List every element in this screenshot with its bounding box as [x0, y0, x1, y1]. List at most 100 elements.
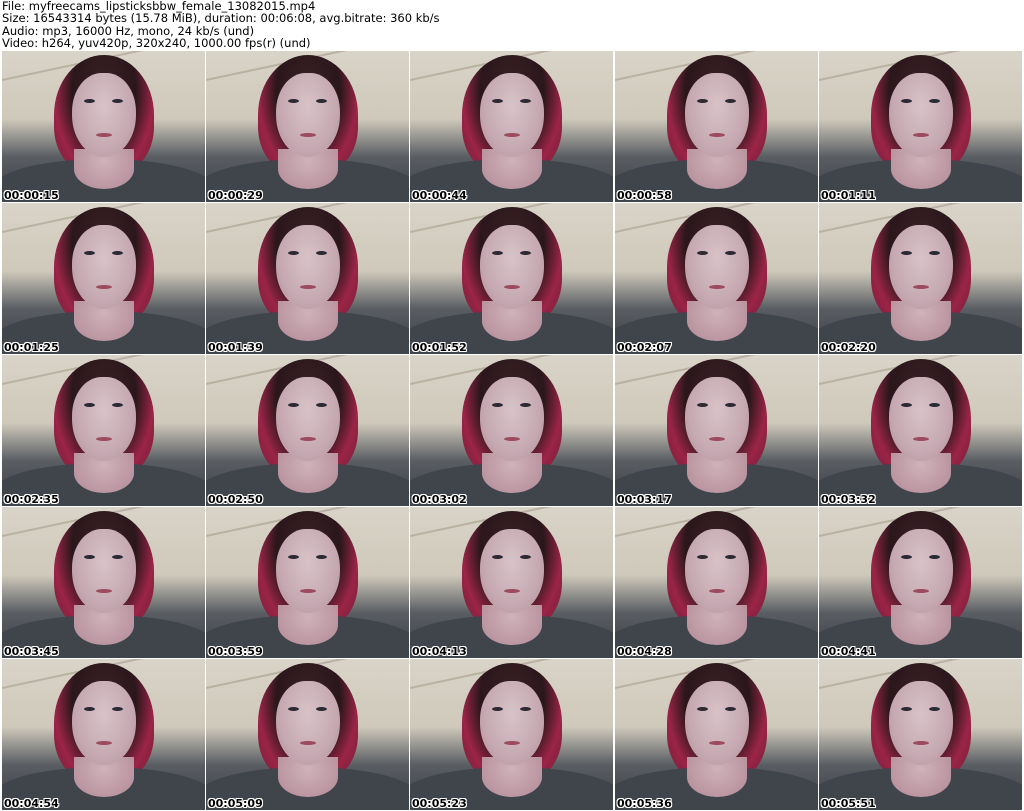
left-eye [288, 403, 299, 407]
file-info-header: File: myfreecams_lipsticksbbw_female_130… [2, 0, 1022, 50]
left-eye [901, 707, 912, 711]
mouth [96, 589, 112, 593]
frame-timestamp: 00:00:58 [617, 189, 672, 202]
mouth [300, 437, 316, 441]
right-eye [725, 555, 736, 559]
face-shape [685, 681, 749, 765]
right-eye [929, 251, 940, 255]
frame-timestamp: 00:01:25 [4, 341, 59, 354]
right-eye [725, 251, 736, 255]
frame-timestamp: 00:02:50 [208, 493, 263, 506]
left-eye [492, 251, 503, 255]
face-shape [72, 225, 136, 309]
frame-timestamp: 00:03:32 [821, 493, 876, 506]
frame-timestamp: 00:00:29 [208, 189, 263, 202]
mouth [504, 285, 520, 289]
right-eye [929, 99, 940, 103]
mouth [709, 133, 725, 137]
face-shape [72, 377, 136, 461]
frame-timestamp: 00:00:15 [4, 189, 59, 202]
left-eye [492, 707, 503, 711]
left-eye [84, 707, 95, 711]
face-shape [72, 73, 136, 157]
left-eye [901, 555, 912, 559]
mouth [913, 133, 929, 137]
right-eye [316, 555, 327, 559]
left-eye [697, 403, 708, 407]
left-eye [492, 403, 503, 407]
left-eye [288, 251, 299, 255]
frame-timestamp: 00:02:35 [4, 493, 59, 506]
mouth [913, 285, 929, 289]
mouth [300, 741, 316, 745]
mouth [96, 133, 112, 137]
video-info-line: Video: h264, yuv420p, 320x240, 1000.00 f… [2, 35, 311, 50]
video-frame-thumbnail: 00:00:58 [615, 51, 818, 202]
right-eye [316, 251, 327, 255]
left-eye [697, 707, 708, 711]
mouth [504, 437, 520, 441]
mouth [709, 741, 725, 745]
frame-timestamp: 00:04:28 [617, 645, 672, 658]
face-shape [480, 529, 544, 613]
face-shape [685, 73, 749, 157]
face-shape [72, 529, 136, 613]
right-eye [112, 707, 123, 711]
left-eye [697, 99, 708, 103]
right-eye [520, 99, 531, 103]
video-frame-thumbnail: 00:00:44 [410, 51, 613, 202]
left-eye [901, 403, 912, 407]
right-eye [520, 251, 531, 255]
left-eye [288, 99, 299, 103]
mouth [913, 437, 929, 441]
face-shape [685, 377, 749, 461]
right-eye [112, 555, 123, 559]
video-frame-thumbnail: 00:03:02 [410, 355, 613, 506]
face-shape [889, 681, 953, 765]
mouth [300, 285, 316, 289]
mouth [913, 589, 929, 593]
file-size-line: Size: 16543314 bytes (15.78 MiB), durati… [2, 11, 440, 26]
face-shape [276, 377, 340, 461]
face-shape [276, 681, 340, 765]
mouth [504, 589, 520, 593]
frame-timestamp: 00:05:09 [208, 797, 263, 810]
right-eye [725, 707, 736, 711]
video-frame-thumbnail: 00:05:36 [615, 659, 818, 810]
frame-timestamp: 00:03:17 [617, 493, 672, 506]
face-shape [72, 681, 136, 765]
mouth [913, 741, 929, 745]
right-eye [929, 707, 940, 711]
frame-timestamp: 00:00:44 [412, 189, 467, 202]
video-frame-thumbnail: 00:01:11 [819, 51, 1022, 202]
left-eye [84, 99, 95, 103]
mouth [300, 133, 316, 137]
video-frame-thumbnail: 00:03:45 [2, 507, 205, 658]
mouth [709, 437, 725, 441]
right-eye [929, 555, 940, 559]
left-eye [84, 251, 95, 255]
video-frame-thumbnail: 00:00:15 [2, 51, 205, 202]
video-frame-thumbnail: 00:05:09 [206, 659, 409, 810]
face-shape [480, 681, 544, 765]
video-frame-thumbnail: 00:02:20 [819, 203, 1022, 354]
right-eye [316, 403, 327, 407]
video-frame-thumbnail: 00:04:54 [2, 659, 205, 810]
video-frame-thumbnail: 00:03:32 [819, 355, 1022, 506]
face-shape [685, 529, 749, 613]
left-eye [288, 707, 299, 711]
video-frame-thumbnail: 00:00:29 [206, 51, 409, 202]
right-eye [112, 403, 123, 407]
frame-timestamp: 00:04:54 [4, 797, 59, 810]
video-frame-thumbnail: 00:03:17 [615, 355, 818, 506]
mouth [504, 133, 520, 137]
video-frame-thumbnail: 00:04:28 [615, 507, 818, 658]
face-shape [480, 225, 544, 309]
face-shape [889, 225, 953, 309]
right-eye [725, 99, 736, 103]
video-frame-thumbnail: 00:01:39 [206, 203, 409, 354]
mouth [96, 741, 112, 745]
face-shape [480, 73, 544, 157]
left-eye [697, 251, 708, 255]
frame-timestamp: 00:04:13 [412, 645, 467, 658]
